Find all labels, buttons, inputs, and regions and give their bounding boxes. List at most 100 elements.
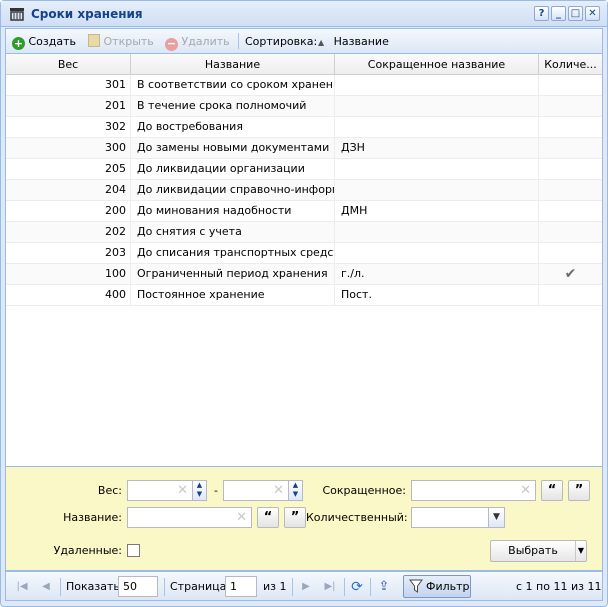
export-icon[interactable]: ⇪: [376, 579, 392, 595]
archive-icon: [9, 6, 25, 22]
column-header-name[interactable]: Название: [131, 54, 335, 75]
range-dash: -: [214, 484, 218, 497]
table-row[interactable]: 204 До ликвидации справочно-информ...: [6, 180, 602, 201]
qty-combo[interactable]: [411, 507, 489, 528]
page-size-input[interactable]: 50: [118, 576, 158, 597]
table-row[interactable]: 400 Постоянное хранение Пост.: [6, 285, 602, 306]
toolbar: + Создать Открыть − Удалить Сортировка: …: [5, 28, 603, 53]
close-button[interactable]: ✕: [585, 6, 600, 21]
clear-icon[interactable]: ✕: [520, 483, 531, 498]
cell-name: До минования надобности: [131, 201, 335, 222]
name-label: Название:: [63, 511, 122, 524]
last-page-icon[interactable]: ▶|: [322, 579, 338, 595]
quote-close-button[interactable]: ”: [568, 480, 590, 501]
filter-label: Фильтр: [426, 580, 470, 593]
cell-name: До снятия с учета: [131, 222, 335, 243]
cell-name: До списания транспортных средств: [131, 243, 335, 264]
cell-qty: [539, 96, 602, 117]
clear-icon[interactable]: ✕: [236, 510, 247, 525]
cell-ves: 100: [6, 264, 131, 285]
delete-button[interactable]: − Удалить: [165, 33, 230, 51]
cell-name: Ограниченный период хранения: [131, 264, 335, 285]
pager-separator: [60, 578, 61, 596]
create-button[interactable]: + Создать: [12, 33, 76, 50]
name-quote-open-button[interactable]: “: [257, 507, 279, 528]
table-row[interactable]: 300 До замены новыми документами ДЗН: [6, 138, 602, 159]
ves-to-input[interactable]: ✕: [223, 480, 289, 501]
column-header-ves[interactable]: Вес: [6, 54, 131, 75]
cell-short: г./л.: [335, 264, 539, 285]
name-quote-close-button[interactable]: ”: [284, 507, 306, 528]
minimize-button[interactable]: _: [551, 6, 566, 21]
check-icon: ✔: [564, 266, 577, 282]
add-icon: +: [12, 37, 25, 50]
chevron-down-icon[interactable]: ▼: [488, 507, 505, 528]
prev-page-icon[interactable]: ◀: [38, 579, 54, 595]
cell-short: ДМН: [335, 201, 539, 222]
sort-value: Название: [333, 35, 389, 48]
sort-button[interactable]: ▲ Название: [318, 33, 389, 50]
cell-short: Пост.: [335, 285, 539, 306]
page-label: Страница: [170, 580, 227, 593]
page-count: из 1: [263, 580, 287, 593]
clear-icon[interactable]: ✕: [273, 483, 284, 498]
page-input[interactable]: 1: [225, 576, 257, 597]
cell-ves: 302: [6, 117, 131, 138]
refresh-icon[interactable]: ⟳: [349, 579, 365, 595]
cell-ves: 204: [6, 180, 131, 201]
table-row[interactable]: 301В соответствии со сроком хранения...: [6, 75, 602, 96]
cell-name: До ликвидации справочно-информ...: [131, 180, 335, 201]
pager-separator: [164, 578, 165, 596]
cell-short: [335, 159, 539, 180]
table-row[interactable]: 200 До минования надобности ДМН: [6, 201, 602, 222]
pager-separator: [370, 578, 371, 596]
cell-ves: 201: [6, 96, 131, 117]
column-header-qty[interactable]: Количе...: [539, 54, 602, 75]
grid-header: Вес Название Сокращенное название Количе…: [6, 54, 602, 75]
cell-short: [335, 243, 539, 264]
table-row[interactable]: 100 Ограниченный период хранения г./л. ✔: [6, 264, 602, 285]
short-input[interactable]: ✕: [411, 480, 536, 501]
table-row[interactable]: 302 До востребования: [6, 117, 602, 138]
delete-label: Удалить: [181, 35, 230, 48]
ves-from-input[interactable]: ✕: [127, 480, 193, 501]
quote-open-button[interactable]: “: [541, 480, 563, 501]
cell-name: До востребования: [131, 117, 335, 138]
short-label: Сокращенное:: [322, 484, 407, 497]
maximize-button[interactable]: □: [568, 6, 583, 21]
cell-ves: 200: [6, 201, 131, 222]
table-row[interactable]: 205 До ликвидации организации: [6, 159, 602, 180]
first-page-icon[interactable]: |◀: [14, 579, 30, 595]
help-button[interactable]: ?: [534, 6, 549, 21]
titlebar: Сроки хранения ? _ □ ✕: [1, 1, 607, 27]
filter-panel: Вес: ✕ ▲ ▼ - ✕ ▲ ▼ Сокращенное: ✕ “ ” Назв…: [5, 467, 603, 571]
cell-name: Постоянное хранение: [131, 285, 335, 306]
cell-ves: 203: [6, 243, 131, 264]
table-row[interactable]: 202 До снятия с учета: [6, 222, 602, 243]
pager-separator: [292, 578, 293, 596]
create-label: Создать: [28, 35, 77, 48]
clear-icon[interactable]: ✕: [177, 483, 188, 498]
deleted-checkbox[interactable]: [127, 544, 140, 557]
ves-to-spinner[interactable]: ▲ ▼: [288, 480, 303, 501]
cell-short: ДЗН: [335, 138, 539, 159]
filter-toggle-button[interactable]: Фильтр: [403, 575, 471, 598]
next-page-icon[interactable]: ▶: [298, 579, 314, 595]
data-grid: Вес Название Сокращенное название Количе…: [5, 53, 603, 467]
cell-ves: 400: [6, 285, 131, 306]
ves-from-spinner[interactable]: ▲ ▼: [192, 480, 207, 501]
select-button[interactable]: Выбрать ▼: [490, 540, 587, 562]
cell-qty: [539, 75, 602, 96]
column-header-short[interactable]: Сокращенное название: [335, 54, 539, 75]
cell-ves: 301: [6, 75, 131, 96]
cell-short: [335, 180, 539, 201]
table-row[interactable]: 203 До списания транспортных средств: [6, 243, 602, 264]
cell-qty: [539, 159, 602, 180]
cell-name: В течение срока полномочий: [131, 96, 335, 117]
window: Сроки хранения ? _ □ ✕ + Создать Открыть…: [0, 0, 608, 607]
chevron-down-icon[interactable]: ▼: [575, 541, 586, 561]
name-input[interactable]: ✕: [127, 507, 252, 528]
table-row[interactable]: 201 В течение срока полномочий: [6, 96, 602, 117]
open-button[interactable]: Открыть: [88, 33, 154, 50]
cell-name: До замены новыми документами: [131, 138, 335, 159]
